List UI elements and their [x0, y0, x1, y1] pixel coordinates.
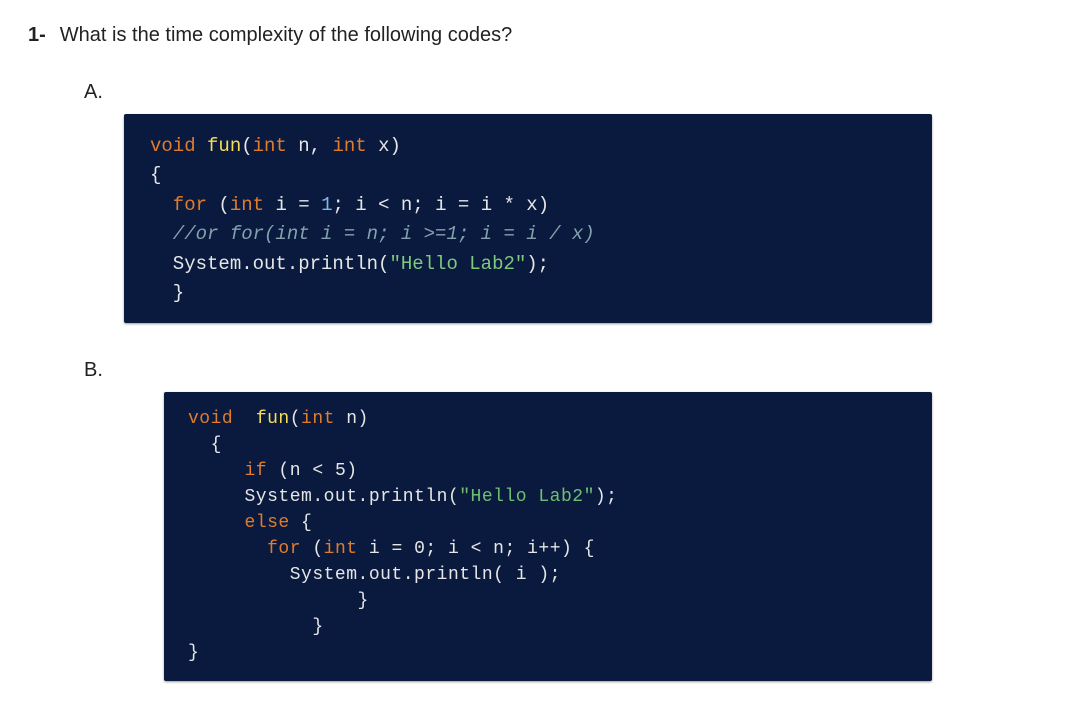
code-line: void fun(int n, int x): [150, 132, 912, 161]
code-line: for (int i = 1; i < n; i = i * x): [150, 191, 912, 220]
code-line: {: [188, 432, 914, 458]
code-line: }: [188, 640, 914, 666]
part-b-label: B.: [84, 359, 1052, 382]
code-line: for (int i = 0; i < n; i++) {: [188, 536, 914, 562]
code-line: //or for(int i = n; i >=1; i = i / x): [150, 220, 912, 249]
code-line: System.out.println("Hello Lab2");: [188, 484, 914, 510]
code-line: }: [150, 279, 912, 308]
code-block-a: void fun(int n, int x) { for (int i = 1;…: [124, 114, 932, 323]
code-line: System.out.println("Hello Lab2");: [150, 250, 912, 279]
code-line: void fun(int n): [188, 406, 914, 432]
code-line: }: [188, 614, 914, 640]
question-line: 1- What is the time complexity of the fo…: [28, 24, 1052, 47]
code-block-b: void fun(int n) { if (n < 5) System.out.…: [164, 392, 932, 681]
part-a-label: A.: [84, 81, 1052, 104]
question-number: 1-: [28, 24, 46, 47]
code-line: if (n < 5): [188, 458, 914, 484]
question-text: What is the time complexity of the follo…: [60, 24, 512, 47]
code-line: }: [188, 588, 914, 614]
code-line: {: [150, 161, 912, 190]
code-line: System.out.println( i );: [188, 562, 914, 588]
code-line: else {: [188, 510, 914, 536]
